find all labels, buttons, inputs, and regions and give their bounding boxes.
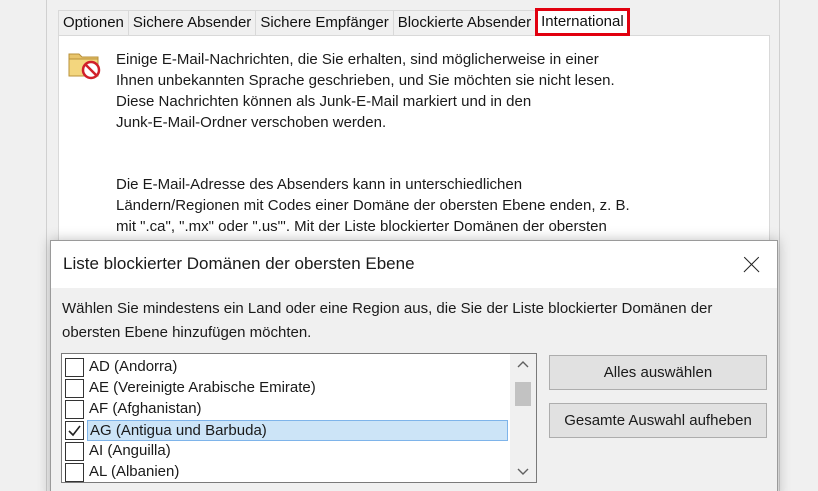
list-item-label: AE (Vereinigte Arabische Emirate) <box>89 379 316 396</box>
intro-line: Diese Nachrichten können als Junk-E-Mail… <box>116 93 532 110</box>
intro-line: Junk-E-Mail-Ordner verschoben werden. <box>116 114 387 131</box>
list-item-label: AL (Albanien) <box>89 463 180 480</box>
intro-paragraph: Einige E-Mail-Nachrichten, die Sie erhal… <box>116 49 676 133</box>
scrollbar-thumb[interactable] <box>515 382 531 406</box>
close-icon[interactable] <box>735 249 767 281</box>
clear-selection-button[interactable]: Gesamte Auswahl aufheben <box>549 403 767 438</box>
list-item[interactable]: AI (Anguilla) <box>62 441 508 462</box>
tab-international[interactable]: International <box>535 8 630 36</box>
country-list[interactable]: AD (Andorra) AE (Vereinigte Arabische Em… <box>61 353 537 483</box>
tab-blockierte-absender[interactable]: Blockierte Absender <box>392 10 537 36</box>
select-all-button[interactable]: Alles auswählen <box>549 355 767 390</box>
checkbox[interactable] <box>65 379 84 398</box>
checkmark-icon <box>68 425 81 437</box>
list-item-label: AI (Anguilla) <box>89 442 171 459</box>
dialog-titlebar: Liste blockierter Domänen der obersten E… <box>51 241 777 288</box>
dialog-title: Liste blockierter Domänen der obersten E… <box>63 254 415 273</box>
checkbox-checked[interactable] <box>65 421 84 440</box>
domain-line: mit ".ca", ".mx" oder ".us"'. Mit der Li… <box>116 218 607 235</box>
tab-optionen[interactable]: Optionen <box>58 10 129 36</box>
intro-line: Einige E-Mail-Nachrichten, die Sie erhal… <box>116 51 599 68</box>
domain-line: Ländern/Regionen mit Codes einer Domäne … <box>116 197 630 214</box>
domain-line: Die E-Mail-Adresse des Absenders kann in… <box>116 176 523 193</box>
checkbox[interactable] <box>65 400 84 419</box>
tab-sichere-empfaenger[interactable]: Sichere Empfänger <box>255 10 394 36</box>
dialog-instruction: Wählen Sie mindestens ein Land oder eine… <box>62 297 752 345</box>
tab-sichere-absender[interactable]: Sichere Absender <box>127 10 257 36</box>
list-item-label: AG (Antigua und Barbuda) <box>87 420 508 441</box>
vertical-scrollbar[interactable] <box>510 354 536 482</box>
scroll-up-icon[interactable] <box>510 354 536 376</box>
blocked-tld-dialog: Liste blockierter Domänen der obersten E… <box>50 240 778 491</box>
list-item[interactable]: AD (Andorra) <box>62 357 508 378</box>
instruction-line: obersten Ebene hinzufügen möchten. <box>62 324 312 341</box>
checkbox[interactable] <box>65 442 84 461</box>
list-item[interactable]: AL (Albanien) <box>62 462 508 482</box>
checkbox[interactable] <box>65 463 84 482</box>
list-item[interactable]: AF (Afghanistan) <box>62 399 508 420</box>
list-item[interactable]: AE (Vereinigte Arabische Emirate) <box>62 378 508 399</box>
scroll-down-icon[interactable] <box>510 460 536 482</box>
intro-line: Ihnen unbekannten Sprache geschrieben, u… <box>116 72 615 89</box>
list-item-selected[interactable]: AG (Antigua und Barbuda) <box>62 420 508 441</box>
instruction-line: Wählen Sie mindestens ein Land oder eine… <box>62 300 713 317</box>
list-item-label: AF (Afghanistan) <box>89 400 202 417</box>
folder-blocked-icon <box>68 48 102 80</box>
domain-paragraph: Die E-Mail-Adresse des Absenders kann in… <box>116 174 676 237</box>
tab-bar: Optionen Sichere Absender Sichere Empfän… <box>58 8 630 36</box>
checkbox[interactable] <box>65 358 84 377</box>
list-item-label: AD (Andorra) <box>89 358 178 375</box>
